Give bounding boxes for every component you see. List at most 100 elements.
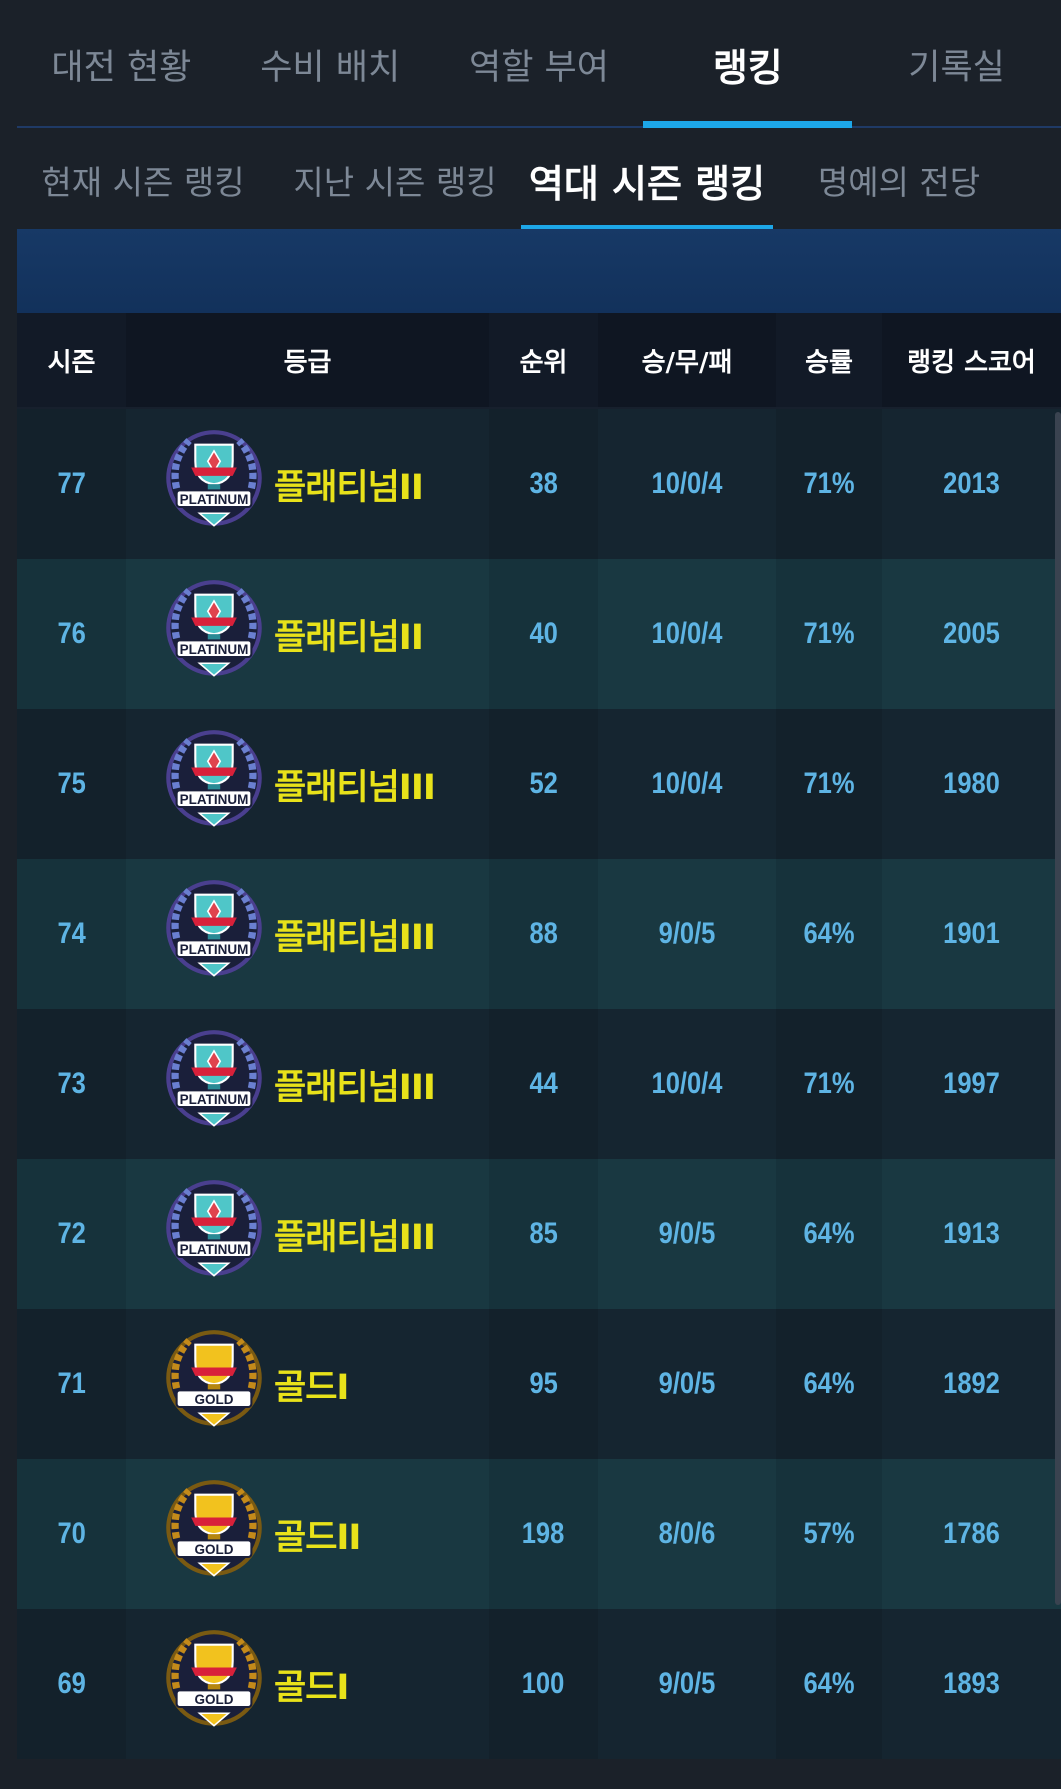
win-rate-cell: 71%: [776, 1009, 882, 1159]
grade-label: 플래티넘III: [274, 1067, 436, 1108]
scrollbar[interactable]: [1055, 412, 1061, 1605]
tab-battle-status[interactable]: 대전 현황: [17, 0, 226, 126]
record-cell: 9/0/5: [658, 1367, 716, 1400]
table-row[interactable]: 72 PLATINUM 플래티넘III 85 9/0/5 64% 1913: [17, 1159, 1061, 1309]
record-cell: 9/0/5: [658, 1217, 716, 1250]
platinum-trophy-emblem-icon: PLATINUM: [162, 576, 266, 692]
gold-trophy-emblem-icon: GOLD: [162, 1476, 266, 1592]
season-cell: 72: [17, 1159, 126, 1309]
table-row[interactable]: 77 PLATINUM 플래티넘II 38 10/0/4 71% 2013: [17, 409, 1061, 559]
svg-text:GOLD: GOLD: [195, 1692, 234, 1707]
grade-cell: PLATINUM 플래티넘III: [126, 1009, 489, 1159]
header-rank: 순위: [489, 313, 598, 407]
season-cell: 75: [17, 709, 126, 859]
table-row[interactable]: 76 PLATINUM 플래티넘II 40 10/0/4 71% 2005: [17, 559, 1061, 709]
tab-last-season-ranking[interactable]: 지난 시즌 랭킹: [269, 130, 521, 230]
ranking-score-cell: 2013: [943, 467, 1000, 500]
win-rate-cell: 71%: [776, 409, 882, 559]
platinum-trophy-emblem-icon: PLATINUM: [162, 426, 266, 542]
rank-cell: 85: [489, 1159, 598, 1309]
svg-text:PLATINUM: PLATINUM: [180, 1092, 249, 1107]
main-tab-bar: 대전 현황 수비 배치 역할 부여 랭킹 기록실: [17, 0, 1061, 128]
platinum-trophy-emblem-icon: PLATINUM: [162, 876, 266, 992]
record-cell: 10/0/4: [651, 467, 723, 500]
grade-cell: PLATINUM 플래티넘II: [126, 559, 489, 709]
win-rate-cell: 64%: [776, 1309, 882, 1459]
season-cell: 69: [17, 1609, 126, 1759]
tab-hall-of-fame[interactable]: 명예의 전당: [773, 130, 1025, 230]
tab-records[interactable]: 기록실: [852, 0, 1061, 126]
season-cell: 73: [17, 1009, 126, 1159]
gold-trophy-emblem-icon: GOLD: [162, 1326, 266, 1442]
table-row[interactable]: 75 PLATINUM 플래티넘III 52 10/0/4 71% 1980: [17, 709, 1061, 859]
grade-label: 플래티넘II: [274, 617, 424, 658]
grade-cell: GOLD 골드II: [126, 1459, 489, 1609]
grade-cell: GOLD 골드I: [126, 1609, 489, 1759]
season-cell: 76: [17, 559, 126, 709]
svg-text:PLATINUM: PLATINUM: [180, 942, 249, 957]
season-cell: 77: [17, 409, 126, 559]
platinum-trophy-emblem-icon: PLATINUM: [162, 726, 266, 842]
header-record: 승/무/패: [641, 347, 733, 378]
header-ranking-score: 랭킹 스코어: [907, 347, 1036, 378]
ranking-score-cell: 1913: [943, 1217, 1000, 1250]
grade-cell: PLATINUM 플래티넘III: [126, 1159, 489, 1309]
grade-cell: PLATINUM 플래티넘III: [126, 709, 489, 859]
grade-label: 골드I: [274, 1367, 349, 1408]
win-rate-cell: 71%: [776, 559, 882, 709]
season-ranking-table: 시즌 등급 순위 승/무/패 승률 랭킹 스코어 77 PLATINUM 플래티넘I…: [17, 313, 1061, 1759]
rank-cell: 44: [489, 1009, 598, 1159]
platinum-trophy-emblem-icon: PLATINUM: [162, 1176, 266, 1292]
grade-label: 골드I: [274, 1667, 349, 1708]
table-row[interactable]: 73 PLATINUM 플래티넘III 44 10/0/4 71% 1997: [17, 1009, 1061, 1159]
svg-text:PLATINUM: PLATINUM: [180, 642, 249, 657]
tab-current-season-ranking[interactable]: 현재 시즌 랭킹: [17, 130, 269, 230]
header-grade: 등급: [283, 347, 332, 378]
grade-label: 플래티넘II: [274, 467, 424, 508]
rank-cell: 38: [489, 409, 598, 559]
rank-cell: 95: [489, 1309, 598, 1459]
grade-label: 플래티넘III: [274, 917, 436, 958]
win-rate-cell: 64%: [776, 1609, 882, 1759]
season-cell: 74: [17, 859, 126, 1009]
table-row[interactable]: 71 GOLD 골드I 95 9/0/5 64% 1892: [17, 1309, 1061, 1459]
win-rate-cell: 71%: [776, 709, 882, 859]
win-rate-cell: 57%: [776, 1459, 882, 1609]
season-cell: 71: [17, 1309, 126, 1459]
ranking-score-cell: 1892: [943, 1367, 1000, 1400]
record-cell: 9/0/5: [658, 1667, 716, 1700]
table-row[interactable]: 70 GOLD 골드II 198 8/0/6 57% 1786: [17, 1459, 1061, 1609]
sub-tab-bar: 현재 시즌 랭킹 지난 시즌 랭킹 역대 시즌 랭킹 명예의 전당: [17, 130, 1061, 232]
record-cell: 10/0/4: [651, 617, 723, 650]
grade-cell: PLATINUM 플래티넘II: [126, 409, 489, 559]
section-banner: [17, 229, 1061, 313]
tab-role-assignment[interactable]: 역할 부여: [435, 0, 644, 126]
tab-defense-placement[interactable]: 수비 배치: [226, 0, 435, 126]
svg-text:PLATINUM: PLATINUM: [180, 492, 249, 507]
rank-cell: 52: [489, 709, 598, 859]
svg-text:PLATINUM: PLATINUM: [180, 792, 249, 807]
table-body: 77 PLATINUM 플래티넘II 38 10/0/4 71% 2013 76 PLATINU…: [17, 409, 1061, 1759]
table-row[interactable]: 74 PLATINUM 플래티넘III 88 9/0/5 64% 1901: [17, 859, 1061, 1009]
tab-all-seasons-ranking[interactable]: 역대 시즌 랭킹: [521, 130, 773, 232]
win-rate-cell: 64%: [776, 1159, 882, 1309]
gold-trophy-emblem-icon: GOLD: [162, 1626, 266, 1742]
ranking-score-cell: 1980: [943, 767, 1000, 800]
ranking-score-cell: 1786: [943, 1517, 1000, 1550]
table-row[interactable]: 69 GOLD 골드I 100 9/0/5 64% 1893: [17, 1609, 1061, 1759]
tab-ranking[interactable]: 랭킹: [643, 0, 852, 128]
record-cell: 10/0/4: [651, 1067, 723, 1100]
svg-text:GOLD: GOLD: [195, 1542, 234, 1557]
rank-cell: 88: [489, 859, 598, 1009]
svg-text:GOLD: GOLD: [195, 1392, 234, 1407]
rank-cell: 100: [489, 1609, 598, 1759]
ranking-score-cell: 1997: [943, 1067, 1000, 1100]
win-rate-cell: 64%: [776, 859, 882, 1009]
record-cell: 10/0/4: [651, 767, 723, 800]
table-header: 시즌 등급 순위 승/무/패 승률 랭킹 스코어: [17, 313, 1061, 409]
header-season: 시즌: [17, 313, 126, 407]
record-cell: 8/0/6: [658, 1517, 716, 1550]
ranking-score-cell: 1901: [943, 917, 1000, 950]
rank-cell: 198: [489, 1459, 598, 1609]
header-win-rate: 승률: [776, 313, 882, 407]
